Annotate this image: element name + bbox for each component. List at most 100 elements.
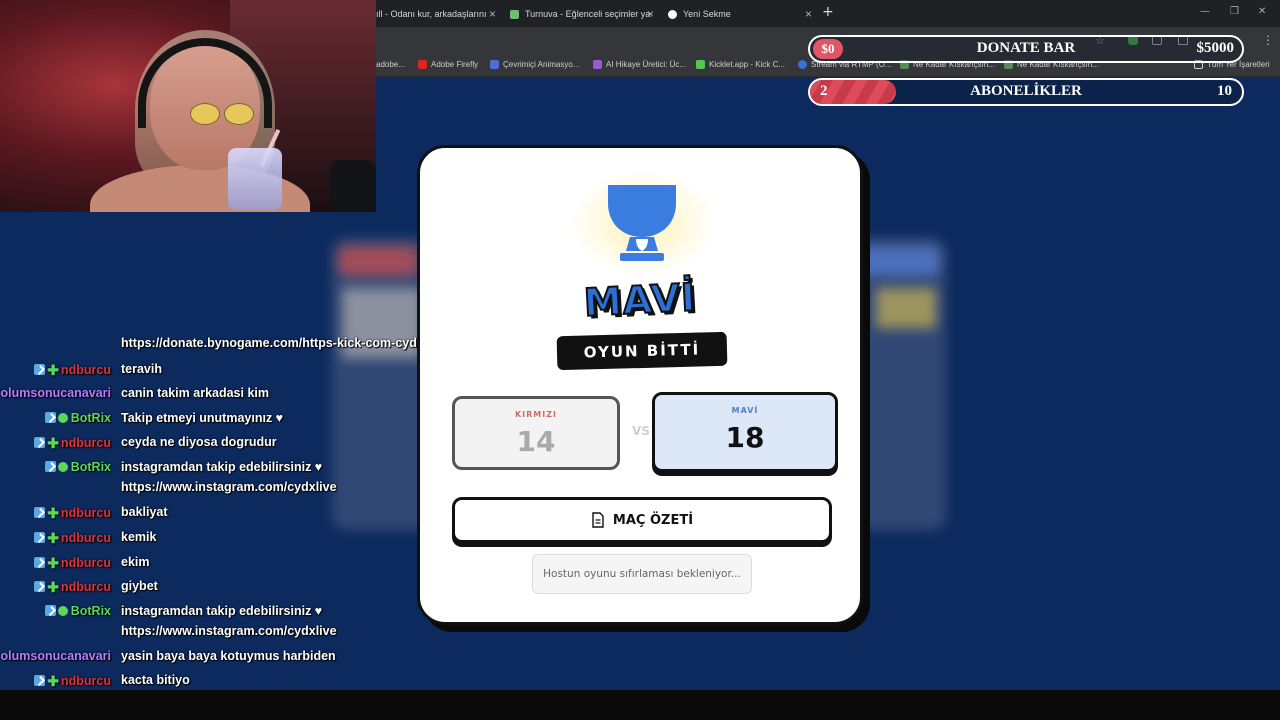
chat-username[interactable]: ndburcu — [61, 674, 111, 688]
moderator-badge-icon — [34, 507, 46, 518]
kicklet-icon — [696, 60, 705, 69]
moderator-badge-icon — [34, 364, 46, 375]
subscription-goal: 10 — [1217, 83, 1232, 99]
ai-icon — [593, 60, 602, 69]
chat-message: ✚ ndburcu ceyda ne diyosa dogrudur — [0, 435, 440, 453]
versus-label: VS — [632, 424, 650, 438]
blue-team-score-card: MAVİ 18 — [652, 392, 838, 472]
red-team-score: 14 — [516, 425, 556, 458]
chat-username[interactable]: BotRix — [71, 604, 111, 618]
tab-turnuva[interactable]: Turnuva - Eğlenceli seçimler ya × — [504, 4, 658, 24]
close-icon[interactable]: × — [647, 7, 654, 21]
bookmark-item[interactable]: Kicklet.app - Kick C... — [696, 60, 785, 69]
chat-message: ✚ ndburcu bakliyat — [0, 505, 440, 523]
plus-badge-icon: ✚ — [47, 362, 59, 378]
menu-icon[interactable]: ⋮ — [1262, 33, 1274, 47]
chat-text: teravih — [121, 362, 162, 376]
chat-username[interactable]: olumsonucanavari — [1, 386, 111, 400]
r-icon — [798, 60, 807, 69]
plus-badge-icon: ✚ — [47, 435, 59, 451]
chrome-icon — [668, 9, 677, 19]
verified-badge-icon — [57, 413, 68, 423]
new-tab-button[interactable]: + — [822, 4, 834, 20]
webcam-feed — [0, 0, 376, 212]
chat-text: giybet — [121, 579, 158, 593]
subscription-title: ABONELİKLER — [970, 83, 1082, 99]
game-over-label: OYUN BİTTİ — [556, 331, 728, 371]
favicon-icon — [510, 9, 519, 19]
chat-message: BotRix instagramdan takip edebilirsiniz ♥… — [0, 604, 440, 638]
bookmark-item[interactable]: AI Hikaye Üretici: Üc... — [593, 60, 686, 69]
match-summary-button[interactable]: MAÇ ÖZETİ — [452, 497, 832, 543]
plus-badge-icon: ✚ — [47, 555, 59, 571]
chat-text: yasin baya baya kotuymus harbiden — [121, 649, 336, 663]
plus-badge-icon: ✚ — [47, 579, 59, 595]
chat-text: instagramdan takip edebilirsiniz ♥ — [121, 604, 323, 618]
chat-message: https://donate.bynogame.com/https-kick-c… — [0, 336, 440, 354]
chat-message: olumsonucanavari canin takim arkadasi kim — [0, 386, 440, 404]
bookmark-item[interactable]: Çevrimiçi Animasyo... — [490, 60, 579, 69]
blue-team-score: 18 — [725, 421, 765, 454]
chat-username[interactable]: ndburcu — [61, 363, 111, 377]
close-icon[interactable]: × — [805, 7, 812, 21]
moderator-badge-icon — [34, 437, 46, 448]
chat-username[interactable]: ndburcu — [61, 531, 111, 545]
chat-username[interactable]: ndburcu — [61, 436, 111, 450]
moderator-badge-icon — [44, 412, 56, 423]
match-summary-label: MAÇ ÖZETİ — [612, 512, 694, 528]
chat-link[interactable]: https://www.instagram.com/cydxlive — [121, 480, 337, 494]
verified-badge-icon — [57, 606, 68, 616]
moderator-badge-icon — [34, 557, 46, 568]
chat-text: kemik — [121, 530, 157, 544]
chat-link[interactable]: https://www.instagram.com/cydxlive — [121, 624, 337, 638]
maximize-icon[interactable]: ❐ — [1230, 6, 1239, 17]
moderator-badge-icon — [44, 605, 56, 616]
chat-username[interactable]: ndburcu — [61, 580, 111, 594]
chat-message: BotRix Takip etmeyi unutmayınız ♥ — [0, 411, 440, 429]
moderator-badge-icon — [34, 581, 46, 592]
chat-text: instagramdan takip edebilirsiniz ♥ — [121, 460, 323, 474]
play-icon — [490, 60, 499, 69]
tab-odani-kur[interactable]: ıll - Odanı kur, arkadaşlarını × — [370, 4, 500, 24]
chat-message: ✚ ndburcu kacta bitiyo — [0, 673, 440, 691]
red-team-score-card: KIRMIZI 14 — [452, 396, 620, 470]
chat-text: kacta bitiyo — [121, 673, 190, 687]
minimize-icon[interactable]: — — [1200, 6, 1210, 17]
chat-text: https://donate.bynogame.com/https-kick-c… — [121, 336, 424, 350]
footer-strip — [0, 690, 1280, 720]
chat-message: ✚ ndburcu kemik — [0, 530, 440, 548]
plus-badge-icon: ✚ — [47, 505, 59, 521]
document-icon — [592, 512, 604, 528]
moderator-badge-icon — [34, 532, 46, 543]
chat-message: ✚ ndburcu teravih — [0, 362, 440, 380]
chat-message: BotRix instagramdan takip edebilirsiniz ♥… — [0, 460, 440, 494]
tab-label: Yeni Sekme — [683, 9, 731, 19]
donate-goal: $5000 — [1196, 40, 1235, 56]
moderator-badge-icon — [34, 675, 46, 686]
chat-username[interactable]: ndburcu — [61, 556, 111, 570]
bookmark-item[interactable]: Adobe Firefly — [418, 60, 478, 69]
donate-bar: $0 DONATE BAR $5000 — [808, 35, 1244, 63]
chat-username[interactable]: olumsonucanavari — [1, 649, 111, 663]
chat-message: olumsonucanavari yasin baya baya kotuymus… — [0, 649, 440, 667]
chat-message: ✚ ndburcu ekim — [0, 555, 440, 573]
close-window-icon[interactable]: ✕ — [1258, 6, 1266, 17]
tab-label: ıll - Odanı kur, arkadaşlarını — [376, 9, 487, 19]
donate-title: DONATE BAR — [976, 40, 1076, 56]
chat-message: ✚ ndburcu giybet — [0, 579, 440, 597]
close-icon[interactable]: × — [489, 7, 496, 21]
subscription-bar: 2 ABONELİKLER 10 — [808, 78, 1244, 106]
plus-badge-icon: ✚ — [47, 673, 59, 689]
chat-username[interactable]: BotRix — [71, 460, 111, 474]
trophy-icon — [608, 185, 676, 261]
moderator-badge-icon — [44, 461, 56, 472]
bookmark-item[interactable]: adobe... — [376, 60, 405, 69]
chat-username[interactable]: ndburcu — [61, 506, 111, 520]
red-team-label: KIRMIZI — [514, 410, 558, 419]
chat-text: canin takim arkadasi kim — [121, 386, 269, 400]
chat-username[interactable]: BotRix — [71, 411, 111, 425]
chat-text: ekim — [121, 555, 150, 569]
blue-team-label: MAVİ — [731, 406, 759, 415]
tab-yeni-sekme[interactable]: Yeni Sekme × — [662, 4, 816, 24]
waiting-for-host-message: Hostun oyunu sıfırlaması bekleniyor... — [532, 554, 752, 594]
